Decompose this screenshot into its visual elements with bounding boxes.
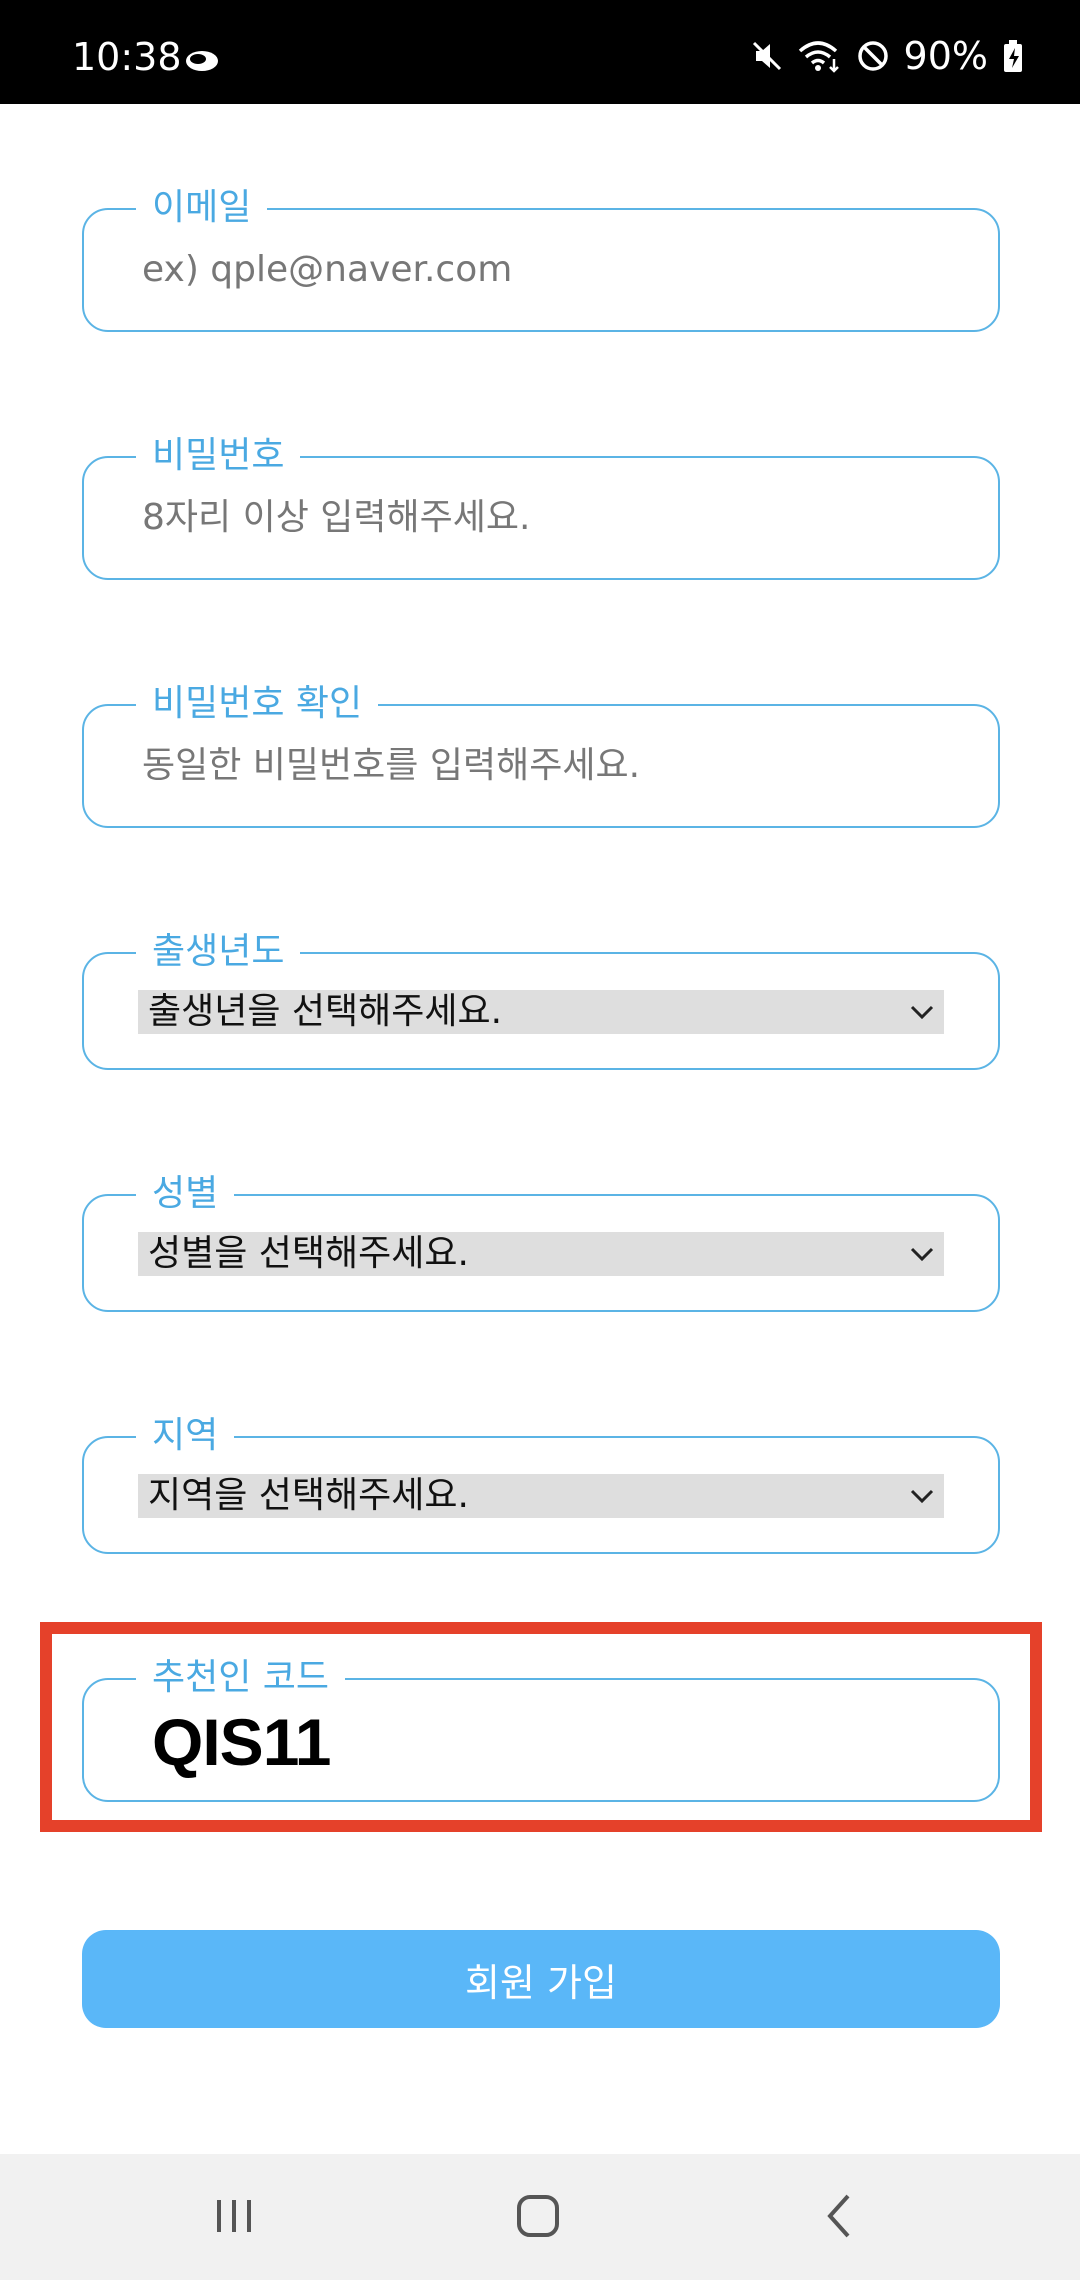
- back-icon[interactable]: [808, 2184, 872, 2248]
- wifi-icon: [798, 41, 839, 73]
- email-field[interactable]: 이메일 ex) qple@naver.com: [82, 186, 1000, 332]
- password-field[interactable]: 비밀번호 8자리 이상 입력해주세요.: [82, 434, 1000, 580]
- password-confirm-field[interactable]: 비밀번호 확인 동일한 비밀번호를 입력해주세요.: [82, 682, 1000, 828]
- password-confirm-input[interactable]: 동일한 비밀번호를 입력해주세요.: [142, 744, 958, 788]
- password-input[interactable]: 8자리 이상 입력해주세요.: [142, 496, 958, 540]
- do-not-disturb-icon: [857, 41, 888, 71]
- battery-charging-icon: [1004, 40, 1022, 72]
- gender-select[interactable]: 성별을 선택해주세요.: [138, 1232, 944, 1276]
- status-time: 10:38: [72, 35, 182, 79]
- battery-percent: 90%: [903, 34, 988, 78]
- chevron-down-icon: [910, 1489, 934, 1504]
- birth-year-label: 출생년도: [136, 930, 301, 974]
- region-selected-value: 지역을 선택해주세요.: [148, 1475, 469, 1516]
- status-icons: 90%: [750, 36, 1024, 76]
- cloud-icon: [186, 51, 218, 71]
- chevron-down-icon: [910, 1005, 934, 1020]
- home-icon[interactable]: [506, 2184, 570, 2248]
- recent-apps-icon[interactable]: [202, 2184, 266, 2248]
- status-bar: 10:38 90%: [0, 0, 1080, 104]
- email-label: 이메일: [136, 186, 268, 230]
- birth-year-select[interactable]: 출생년을 선택해주세요.: [138, 990, 944, 1034]
- chevron-down-icon: [910, 1247, 934, 1262]
- region-select[interactable]: 지역을 선택해주세요.: [138, 1474, 944, 1518]
- gender-field: 성별 성별을 선택해주세요.: [82, 1172, 1000, 1312]
- email-input[interactable]: ex) qple@naver.com: [142, 248, 958, 292]
- password-confirm-label: 비밀번호 확인: [136, 682, 379, 726]
- signup-button[interactable]: 회원 가입: [82, 1930, 1000, 2028]
- gender-selected-value: 성별을 선택해주세요.: [148, 1233, 469, 1274]
- referral-code-label: 추천인 코드: [136, 1656, 346, 1700]
- password-label: 비밀번호: [136, 434, 301, 478]
- gender-label: 성별: [136, 1172, 235, 1216]
- birth-year-selected-value: 출생년을 선택해주세요.: [148, 991, 503, 1032]
- referral-code-field[interactable]: 추천인 코드 QIS11: [82, 1656, 1000, 1802]
- birth-year-field: 출생년도 출생년을 선택해주세요.: [82, 930, 1000, 1070]
- region-label: 지역: [136, 1414, 235, 1458]
- referral-code-input[interactable]: QIS11: [152, 1704, 331, 1780]
- mute-icon: [752, 41, 781, 71]
- navigation-bar: [0, 2154, 1080, 2280]
- region-field: 지역 지역을 선택해주세요.: [82, 1414, 1000, 1554]
